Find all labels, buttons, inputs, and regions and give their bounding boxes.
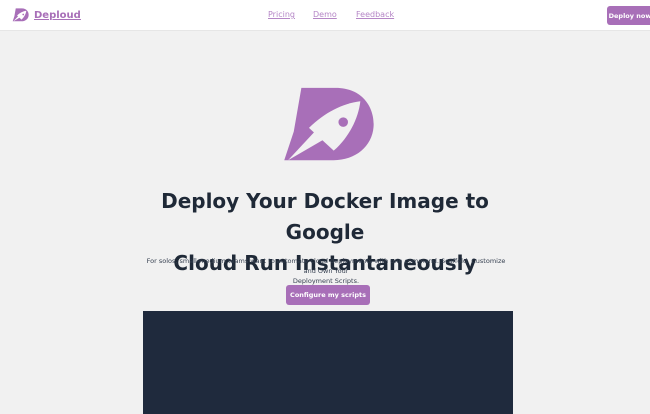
nav-link-demo[interactable]: Demo: [313, 10, 337, 19]
deploy-now-button[interactable]: Deploy now: [607, 6, 650, 25]
demo-preview-panel: [143, 311, 513, 414]
nav-link-feedback[interactable]: Feedback: [356, 10, 394, 19]
hero-subtitle-line-1: For solos, small-medium teams want to au…: [146, 257, 506, 275]
hero-subtitle: For solos, small-medium teams want to au…: [140, 256, 512, 286]
configure-scripts-button[interactable]: Configure my scripts: [286, 285, 370, 305]
brand-name: Depl​oud: [34, 9, 81, 21]
brand-link[interactable]: Depl​oud: [12, 8, 81, 22]
rocket-d-logo-icon: [12, 8, 29, 22]
rocket-d-logo-icon: [284, 87, 374, 161]
hero-title-line-1: Deploy Your Docker Image to Google: [161, 189, 489, 244]
nav-link-pricing[interactable]: Pricing: [268, 10, 295, 19]
top-navbar: Depl​oud Pricing Demo Feedback Deploy no…: [0, 0, 650, 31]
hero-subtitle-line-2: Deployment Scripts.: [292, 277, 360, 285]
